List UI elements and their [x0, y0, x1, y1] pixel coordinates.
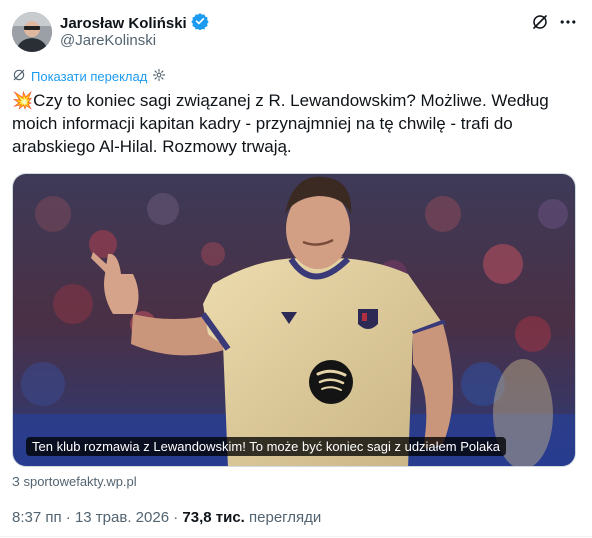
post-date[interactable]: 13 трав. 2026	[75, 509, 169, 526]
more-icon[interactable]	[558, 12, 578, 32]
translate-settings-icon[interactable]	[152, 68, 166, 86]
sponsor-logo-icon	[309, 360, 353, 404]
verified-badge-icon	[191, 12, 209, 35]
post-text-content: Czy to koniec sagi związanej z R. Lewand…	[12, 91, 549, 156]
author-handle[interactable]: @JareKolinski	[60, 32, 156, 50]
post-meta: 8:37 пп · 13 трав. 2026 · 73,8 тис. пере…	[12, 509, 321, 527]
grok-icon[interactable]	[530, 12, 550, 32]
author-avatar[interactable]	[12, 12, 52, 52]
post-text: 💥Czy to koniec sagi związanej z R. Lewan…	[12, 89, 580, 158]
link-source[interactable]: З sportowefakty.wp.pl	[12, 474, 137, 489]
views-label: перегляди	[249, 509, 322, 526]
link-card-image[interactable]: Ten klub rozmawia z Lewandowskim! To moż…	[12, 173, 576, 467]
meta-separator: ·	[65, 509, 71, 526]
translate-row: Показати переклад	[12, 68, 166, 86]
divider	[0, 536, 592, 537]
link-card-title[interactable]: Ten klub rozmawia z Lewandowskim! To moż…	[26, 437, 506, 456]
collision-emoji: 💥	[12, 91, 34, 110]
meta-separator-2: ·	[173, 509, 179, 526]
post-time[interactable]: 8:37 пп	[12, 509, 62, 526]
show-translation-link[interactable]: Показати переклад	[31, 69, 147, 85]
author-name[interactable]: Jarosław Koliński	[60, 15, 187, 33]
player-photo	[13, 174, 575, 466]
translate-grok-icon	[12, 68, 26, 86]
club-crest-icon	[358, 309, 378, 329]
views-count: 73,8 тис.	[182, 509, 245, 526]
